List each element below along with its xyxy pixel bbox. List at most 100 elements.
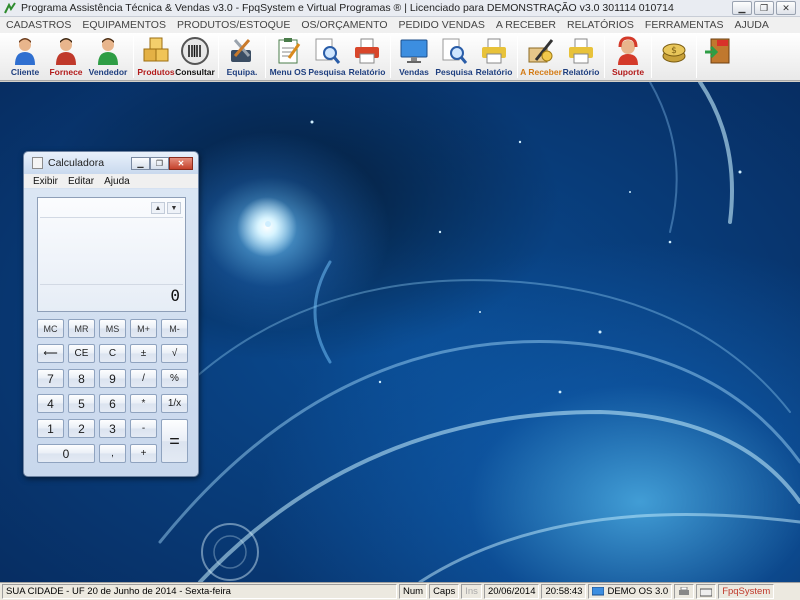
key-mr[interactable]: MR: [68, 319, 95, 338]
history-up-icon[interactable]: ▲: [151, 202, 165, 214]
key-percent[interactable]: %: [161, 369, 188, 388]
key-9[interactable]: 9: [99, 369, 126, 388]
suporte-button[interactable]: Suporte: [608, 33, 648, 79]
printer-icon: [482, 38, 506, 64]
menu-bar: CADASTROS EQUIPAMENTOS PRODUTOS/ESTOQUE …: [0, 17, 800, 33]
magnifier-doc-icon: [442, 38, 468, 64]
pesquisa-vendas-button[interactable]: Pesquisa: [434, 33, 474, 79]
pesquisa-os-button[interactable]: Pesquisa: [307, 33, 347, 79]
key-ms[interactable]: MS: [99, 319, 126, 338]
coins-button[interactable]: $: [655, 33, 693, 79]
toolbar-separator: [265, 36, 266, 78]
key-subtract[interactable]: -: [130, 419, 157, 438]
relatorio-vendas-button[interactable]: Relatório: [474, 33, 514, 79]
key-c[interactable]: C: [99, 344, 126, 363]
menu-ajuda[interactable]: AJUDA: [734, 19, 768, 31]
menu-os-orcamento[interactable]: OS/ORÇAMENTO: [301, 19, 387, 31]
calc-menu-ajuda[interactable]: Ajuda: [104, 176, 130, 187]
display-divider: [40, 284, 183, 285]
calc-menu-exibir[interactable]: Exibir: [33, 176, 58, 187]
key-0[interactable]: 0: [37, 444, 95, 463]
key-sqrt[interactable]: √: [161, 344, 188, 363]
key-plus-minus[interactable]: ±: [130, 344, 157, 363]
produtos-button[interactable]: Produtos: [137, 33, 175, 79]
printer-icon: [569, 38, 593, 64]
key-backspace[interactable]: ⟵: [37, 344, 64, 363]
key-multiply[interactable]: *: [130, 394, 157, 413]
key-1[interactable]: 1: [37, 419, 64, 438]
printer-icon: [355, 38, 379, 64]
cliente-person-icon: [15, 38, 35, 65]
key-equals[interactable]: =: [161, 419, 188, 463]
boxes-icon: [143, 37, 169, 62]
consultar-button[interactable]: Consultar: [175, 33, 215, 79]
exit-button[interactable]: [700, 33, 736, 79]
key-m-plus[interactable]: M+: [130, 319, 157, 338]
restore-button[interactable]: ❐: [754, 1, 774, 15]
calc-maximize-button[interactable]: ❐: [150, 156, 169, 170]
support-headset-icon: [618, 36, 638, 65]
calculator-display: ▲ ▼ 0: [37, 197, 186, 312]
vendas-button[interactable]: Vendas: [394, 33, 434, 79]
calculator-titlebar[interactable]: Calculadora ▁ ❐ ✕: [24, 152, 198, 174]
calculator-window[interactable]: Calculadora ▁ ❐ ✕ Exibir Editar Ajuda ▲ …: [23, 151, 199, 477]
exit-door-icon: [705, 38, 730, 64]
vendedor-person-icon: [98, 38, 118, 65]
toolbar-separator: [218, 36, 219, 78]
key-7[interactable]: 7: [37, 369, 64, 388]
menu-produtos-estoque[interactable]: PRODUTOS/ESTOQUE: [177, 19, 290, 31]
toolbar-separator: [133, 36, 134, 78]
menu-a-receber[interactable]: A RECEBER: [496, 19, 556, 31]
toolbar-separator: [517, 36, 518, 78]
toolbar-separator: [696, 36, 697, 78]
fornece-button[interactable]: Fornece: [46, 33, 86, 79]
key-mc[interactable]: MC: [37, 319, 64, 338]
cliente-button[interactable]: Cliente: [4, 33, 46, 79]
status-keyboard[interactable]: [696, 584, 717, 599]
history-down-icon[interactable]: ▼: [167, 202, 181, 214]
key-ce[interactable]: CE: [68, 344, 95, 363]
printer-small-icon: [679, 586, 690, 595]
minimize-button[interactable]: ▁: [732, 1, 752, 15]
menu-os-button[interactable]: Menu OS: [269, 33, 307, 79]
calc-minimize-button[interactable]: ▁: [131, 156, 150, 170]
menu-cadastros[interactable]: CADASTROS: [6, 19, 71, 31]
relatorio-receber-button[interactable]: Relatório: [561, 33, 601, 79]
equipamentos-button[interactable]: Equipa.: [222, 33, 262, 79]
status-num: Num: [399, 584, 428, 599]
calculator-menu: Exibir Editar Ajuda: [24, 174, 198, 188]
key-reciprocal[interactable]: 1/x: [161, 394, 188, 413]
key-4[interactable]: 4: [37, 394, 64, 413]
calc-close-button[interactable]: ✕: [169, 156, 193, 170]
key-decimal[interactable]: ,: [99, 444, 126, 463]
key-m-minus[interactable]: M-: [161, 319, 188, 338]
status-date: 20/06/2014: [483, 584, 540, 599]
key-5[interactable]: 5: [68, 394, 95, 413]
barcode-icon: [181, 37, 209, 65]
key-6[interactable]: 6: [99, 394, 126, 413]
status-location-date: SUA CIDADE - UF 20 de Junho de 2014 - Se…: [2, 584, 397, 599]
toolbar-separator: [651, 36, 652, 78]
vendedor-button[interactable]: Vendedor: [86, 33, 130, 79]
key-add[interactable]: +: [130, 444, 157, 463]
close-button[interactable]: ✕: [776, 1, 796, 15]
relatorio-os-button[interactable]: Relatório: [347, 33, 387, 79]
menu-ferramentas[interactable]: FERRAMENTAS: [645, 19, 724, 31]
menu-equipamentos[interactable]: EQUIPAMENTOS: [82, 19, 166, 31]
menu-relatorios[interactable]: RELATÓRIOS: [567, 19, 634, 31]
display-value: 0: [170, 286, 180, 305]
status-time: 20:58:43: [541, 584, 587, 599]
key-3[interactable]: 3: [99, 419, 126, 438]
calc-menu-editar[interactable]: Editar: [68, 176, 94, 187]
toolbar-separator: [390, 36, 391, 78]
key-2[interactable]: 2: [68, 419, 95, 438]
status-printer[interactable]: [674, 584, 695, 599]
calculator-body: ▲ ▼ 0 MC MR MS M+ M- ⟵ CE C ± √ 7 8 9 / …: [24, 189, 198, 476]
monitor-small-icon: [592, 586, 605, 595]
menu-pedido-vendas[interactable]: PEDIDO VENDAS: [399, 19, 485, 31]
key-8[interactable]: 8: [68, 369, 95, 388]
money-pen-icon: [528, 39, 554, 63]
key-divide[interactable]: /: [130, 369, 157, 388]
a-receber-button[interactable]: A Receber: [520, 33, 562, 79]
tools-icon: [231, 39, 251, 62]
